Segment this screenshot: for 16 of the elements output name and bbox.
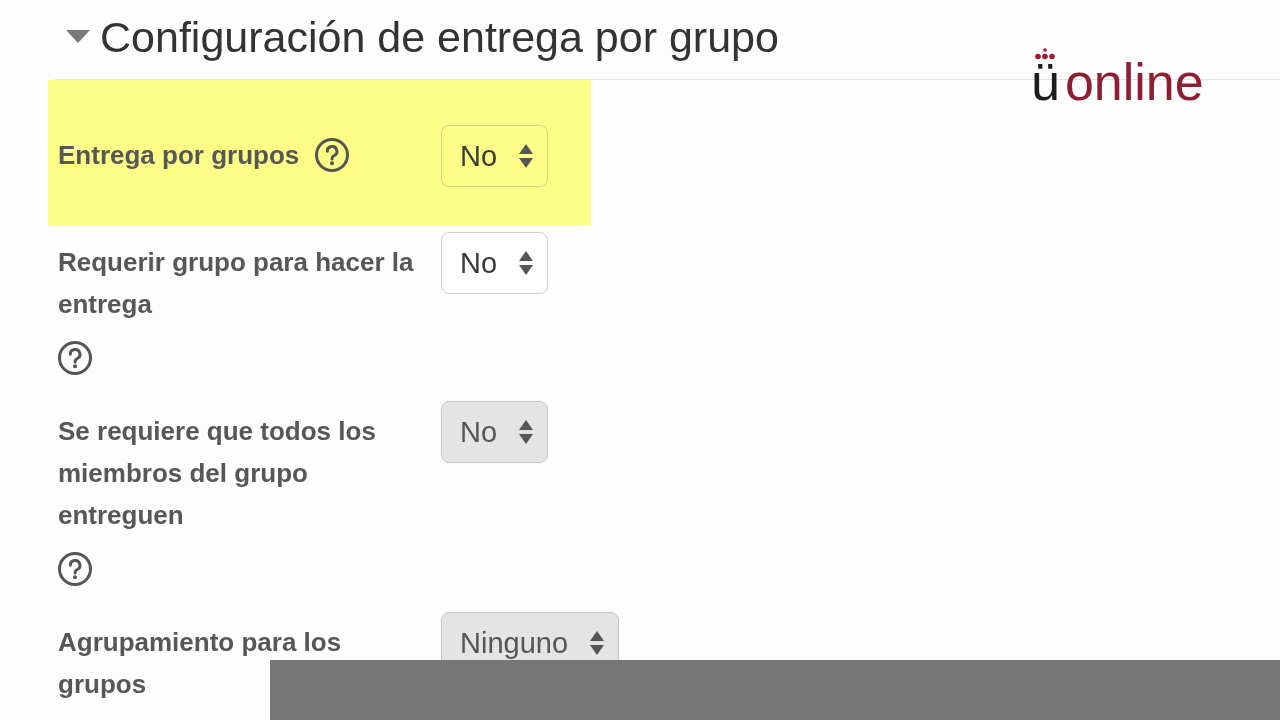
select-dropdown[interactable]: No [441, 125, 549, 187]
section-title[interactable]: Configuración de entrega por grupo [100, 11, 779, 62]
field-label: Requerir grupo para hacer la entrega [58, 246, 415, 321]
select-dropdown[interactable]: No [441, 232, 549, 294]
help-icon[interactable] [315, 138, 350, 172]
brand-logo: üonline [1031, 60, 1204, 104]
field-label: Se requiere que todos los miembros del grupo entreguen [58, 415, 377, 532]
crown-dots-icon [1034, 48, 1056, 60]
up-down-arrows-icon [519, 250, 534, 276]
up-down-arrows-icon [590, 630, 605, 656]
up-down-arrows-icon [519, 419, 534, 445]
up-down-arrows-icon [519, 143, 534, 169]
field-label: Entrega por grupos [58, 139, 300, 172]
help-icon[interactable] [58, 341, 92, 375]
field-label: Agrupamiento para los grupos [58, 626, 343, 701]
caret-icon[interactable] [66, 30, 90, 43]
